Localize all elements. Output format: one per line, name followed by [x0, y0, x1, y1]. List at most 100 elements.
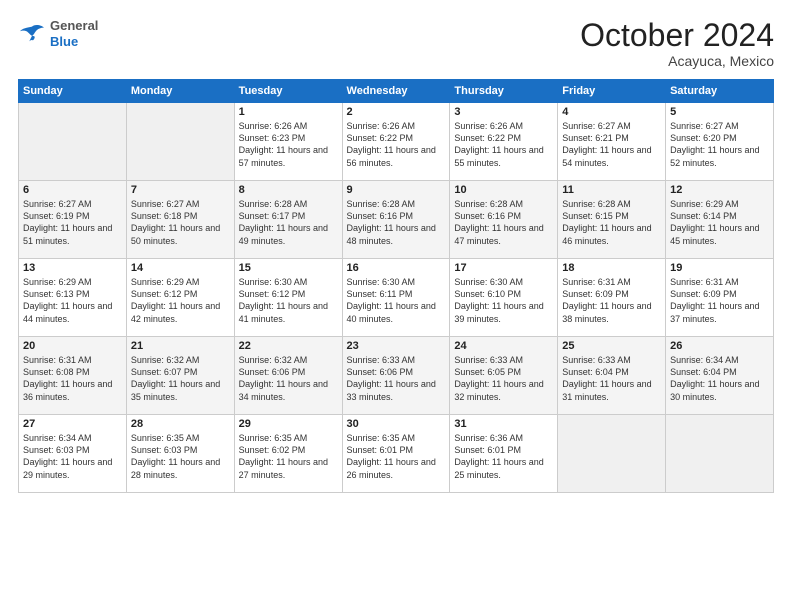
day-number: 2 [347, 106, 446, 118]
day-cell: 6 Sunrise: 6:27 AMSunset: 6:19 PMDaylight… [19, 181, 127, 259]
day-info: Sunrise: 6:35 AMSunset: 6:02 PMDaylight:… [239, 432, 338, 481]
day-number: 8 [239, 184, 338, 196]
day-info: Sunrise: 6:32 AMSunset: 6:06 PMDaylight:… [239, 354, 338, 403]
day-number: 14 [131, 262, 230, 274]
day-info: Sunrise: 6:31 AMSunset: 6:09 PMDaylight:… [562, 276, 661, 325]
day-info: Sunrise: 6:28 AMSunset: 6:17 PMDaylight:… [239, 198, 338, 247]
day-number: 3 [454, 106, 553, 118]
day-cell: 28Sunrise: 6:35 AMSunset: 6:03 PMDayligh… [126, 415, 234, 493]
day-cell: 18 Sunrise: 6:31 AMSunset: 6:09 PMDayligh… [558, 259, 666, 337]
day-info: Sunrise: 6:31 AMSunset: 6:09 PMDaylight:… [670, 276, 769, 325]
day-cell: 8 Sunrise: 6:28 AMSunset: 6:17 PMDaylight… [234, 181, 342, 259]
day-number: 21 [131, 340, 230, 352]
location: Acayuca, Mexico [580, 53, 774, 69]
day-cell: 7 Sunrise: 6:27 AMSunset: 6:18 PMDaylight… [126, 181, 234, 259]
week-row-4: 20 Sunrise: 6:31 AMSunset: 6:08 PMDayligh… [19, 337, 774, 415]
day-cell: 12 Sunrise: 6:29 AMSunset: 6:14 PMDayligh… [666, 181, 774, 259]
day-info: Sunrise: 6:26 AMSunset: 6:22 PMDaylight:… [454, 120, 553, 169]
day-number: 9 [347, 184, 446, 196]
day-cell: 14 Sunrise: 6:29 AMSunset: 6:12 PMDayligh… [126, 259, 234, 337]
calendar-body: 1 Sunrise: 6:26 AMSunset: 6:23 PMDaylight… [19, 103, 774, 493]
day-number: 28 [131, 418, 230, 430]
day-number: 27 [23, 418, 122, 430]
day-info: Sunrise: 6:33 AMSunset: 6:06 PMDaylight:… [347, 354, 446, 403]
day-cell [19, 103, 127, 181]
day-cell: 10 Sunrise: 6:28 AMSunset: 6:16 PMDayligh… [450, 181, 558, 259]
day-number: 16 [347, 262, 446, 274]
day-cell: 15Sunrise: 6:30 AMSunset: 6:12 PMDayligh… [234, 259, 342, 337]
day-info: Sunrise: 6:29 AMSunset: 6:14 PMDaylight:… [670, 198, 769, 247]
logo-bird-icon [18, 23, 46, 45]
col-friday: Friday [558, 80, 666, 103]
calendar-table: Sunday Monday Tuesday Wednesday Thursday… [18, 79, 774, 493]
day-cell: 19 Sunrise: 6:31 AMSunset: 6:09 PMDayligh… [666, 259, 774, 337]
week-row-3: 13 Sunrise: 6:29 AMSunset: 6:13 PMDayligh… [19, 259, 774, 337]
header-row: Sunday Monday Tuesday Wednesday Thursday… [19, 80, 774, 103]
day-info: Sunrise: 6:28 AMSunset: 6:15 PMDaylight:… [562, 198, 661, 247]
day-number: 17 [454, 262, 553, 274]
day-number: 7 [131, 184, 230, 196]
calendar-header: Sunday Monday Tuesday Wednesday Thursday… [19, 80, 774, 103]
day-cell: 1 Sunrise: 6:26 AMSunset: 6:23 PMDaylight… [234, 103, 342, 181]
day-cell: 2 Sunrise: 6:26 AMSunset: 6:22 PMDaylight… [342, 103, 450, 181]
day-info: Sunrise: 6:26 AMSunset: 6:22 PMDaylight:… [347, 120, 446, 169]
day-cell: 4Sunrise: 6:27 AMSunset: 6:21 PMDaylight… [558, 103, 666, 181]
day-number: 20 [23, 340, 122, 352]
day-number: 1 [239, 106, 338, 118]
col-saturday: Saturday [666, 80, 774, 103]
day-cell: 30Sunrise: 6:35 AMSunset: 6:01 PMDayligh… [342, 415, 450, 493]
logo-general: General [50, 18, 98, 33]
day-info: Sunrise: 6:30 AMSunset: 6:11 PMDaylight:… [347, 276, 446, 325]
logo: General Blue [18, 18, 98, 49]
day-info: Sunrise: 6:32 AMSunset: 6:07 PMDaylight:… [131, 354, 230, 403]
day-number: 12 [670, 184, 769, 196]
day-number: 10 [454, 184, 553, 196]
day-info: Sunrise: 6:27 AMSunset: 6:19 PMDaylight:… [23, 198, 122, 247]
day-cell: 26Sunrise: 6:34 AMSunset: 6:04 PMDayligh… [666, 337, 774, 415]
title-block: October 2024 Acayuca, Mexico [580, 18, 774, 69]
day-cell: 17Sunrise: 6:30 AMSunset: 6:10 PMDayligh… [450, 259, 558, 337]
day-number: 31 [454, 418, 553, 430]
day-info: Sunrise: 6:29 AMSunset: 6:13 PMDaylight:… [23, 276, 122, 325]
day-info: Sunrise: 6:34 AMSunset: 6:03 PMDaylight:… [23, 432, 122, 481]
day-info: Sunrise: 6:35 AMSunset: 6:01 PMDaylight:… [347, 432, 446, 481]
day-number: 13 [23, 262, 122, 274]
day-cell [666, 415, 774, 493]
day-cell: 21 Sunrise: 6:32 AMSunset: 6:07 PMDayligh… [126, 337, 234, 415]
day-number: 19 [670, 262, 769, 274]
day-number: 23 [347, 340, 446, 352]
day-cell: 22 Sunrise: 6:32 AMSunset: 6:06 PMDayligh… [234, 337, 342, 415]
day-cell: 31 Sunrise: 6:36 AMSunset: 6:01 PMDayligh… [450, 415, 558, 493]
day-number: 18 [562, 262, 661, 274]
day-info: Sunrise: 6:26 AMSunset: 6:23 PMDaylight:… [239, 120, 338, 169]
day-cell [558, 415, 666, 493]
day-cell: 25Sunrise: 6:33 AMSunset: 6:04 PMDayligh… [558, 337, 666, 415]
day-cell: 24Sunrise: 6:33 AMSunset: 6:05 PMDayligh… [450, 337, 558, 415]
week-row-2: 6 Sunrise: 6:27 AMSunset: 6:19 PMDaylight… [19, 181, 774, 259]
day-number: 25 [562, 340, 661, 352]
col-sunday: Sunday [19, 80, 127, 103]
day-info: Sunrise: 6:31 AMSunset: 6:08 PMDaylight:… [23, 354, 122, 403]
day-number: 11 [562, 184, 661, 196]
header: General Blue October 2024 Acayuca, Mexic… [18, 18, 774, 69]
day-info: Sunrise: 6:36 AMSunset: 6:01 PMDaylight:… [454, 432, 553, 481]
day-number: 6 [23, 184, 122, 196]
logo-blue: Blue [50, 34, 78, 49]
month-title: October 2024 [580, 18, 774, 53]
day-info: Sunrise: 6:29 AMSunset: 6:12 PMDaylight:… [131, 276, 230, 325]
day-number: 5 [670, 106, 769, 118]
col-wednesday: Wednesday [342, 80, 450, 103]
col-monday: Monday [126, 80, 234, 103]
day-cell: 11 Sunrise: 6:28 AMSunset: 6:15 PMDayligh… [558, 181, 666, 259]
col-thursday: Thursday [450, 80, 558, 103]
day-number: 24 [454, 340, 553, 352]
day-info: Sunrise: 6:28 AMSunset: 6:16 PMDaylight:… [454, 198, 553, 247]
day-cell: 9 Sunrise: 6:28 AMSunset: 6:16 PMDaylight… [342, 181, 450, 259]
day-info: Sunrise: 6:30 AMSunset: 6:12 PMDaylight:… [239, 276, 338, 325]
day-cell: 13 Sunrise: 6:29 AMSunset: 6:13 PMDayligh… [19, 259, 127, 337]
day-number: 22 [239, 340, 338, 352]
day-info: Sunrise: 6:28 AMSunset: 6:16 PMDaylight:… [347, 198, 446, 247]
logo-text: General Blue [50, 18, 98, 49]
day-info: Sunrise: 6:27 AMSunset: 6:18 PMDaylight:… [131, 198, 230, 247]
day-cell: 16 Sunrise: 6:30 AMSunset: 6:11 PMDayligh… [342, 259, 450, 337]
